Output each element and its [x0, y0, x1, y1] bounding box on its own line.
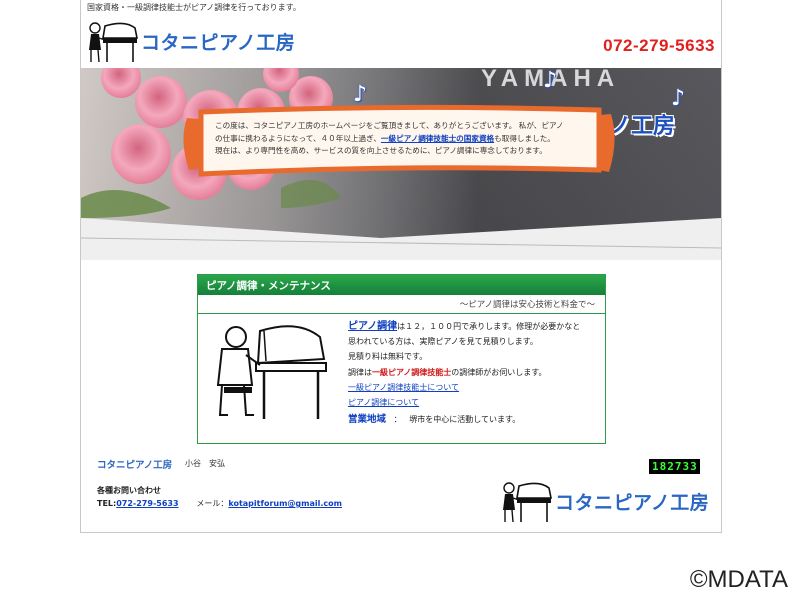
- mail-label: メール：: [196, 499, 229, 508]
- page: 国家資格・一級調律技能士がピアノ調律を行っております。 コタニピアノ工房 072…: [80, 0, 722, 533]
- tuning-info-link[interactable]: ピアノ調律について: [348, 398, 419, 407]
- intro-text-segment: の仕事に携わるようになって、４０年以上過ぎ、: [215, 133, 381, 143]
- price-text: は１２，１００円で承りします。修理が必要かなと: [397, 322, 581, 331]
- body-line: 見積り料は無料です。: [348, 352, 428, 362]
- intro-line: の仕事に携わるようになって、４０年以上過ぎ、一級ピアノ調律技能士の国家資格も取得…: [215, 133, 585, 146]
- tel-label: TEL:: [97, 499, 117, 508]
- service-area-text: 堺市を中心に活動しています。: [409, 415, 521, 425]
- pianist-icon: [503, 482, 552, 523]
- counter-digit: 7: [674, 460, 682, 473]
- tel-link[interactable]: 072-279-5633: [116, 499, 178, 508]
- license-link[interactable]: 一級ピアノ調律技能士の国家資格: [381, 134, 494, 143]
- maintenance-subheading: ～ピアノ調律は安心技術と料金で～: [198, 295, 605, 314]
- license-highlight: 一級ピアノ調律技能士: [372, 367, 452, 377]
- tuning-link[interactable]: ピアノ調律: [348, 321, 397, 332]
- phone-number[interactable]: 072-279-5633: [603, 36, 715, 56]
- pianist-icon: [89, 22, 138, 63]
- brand-name: コタニピアノ工房: [141, 31, 296, 54]
- counter-digit: 1: [652, 460, 659, 473]
- copyright-watermark: ©MDATA: [689, 566, 788, 593]
- pianist-illustration: [216, 325, 327, 419]
- price-line: ピアノ調律は１２，１００円で承りします。修理が必要かなと: [348, 319, 598, 334]
- maintenance-body: ピアノ調律は１２，１００円で承りします。修理が必要かなと 思われている方は、実際…: [348, 319, 598, 427]
- visitor-counter: 1 8 2 7 3 3: [649, 459, 700, 474]
- counter-digit: 3: [682, 460, 690, 473]
- footer-brand: コタニピアノ工房: [97, 460, 173, 471]
- intro-line: 現在は、より専門性を高め、サービスの質を向上させるために、ピアノ調律に専念してお…: [215, 146, 547, 155]
- maintenance-heading: ピアノ調律・メンテナンス: [198, 275, 605, 295]
- contact-title: 各種お問い合わせ: [97, 486, 161, 495]
- contact-line: TEL:072-279-5633 メール：kotapitforum@gmail.…: [97, 498, 342, 509]
- intro-text: この度は、コタニピアノ工房のホームページをご覧頂きまして、ありがとうございます。…: [215, 120, 585, 158]
- body-line: 思われている方は、実際ピアノを見て見積りします。: [348, 337, 538, 347]
- license-info-link[interactable]: 一級ピアノ調律技能士について: [348, 383, 459, 392]
- separator: ：: [393, 415, 402, 425]
- footer-logo[interactable]: コタニピアノ工房: [499, 478, 709, 524]
- header-logo[interactable]: コタニピアノ工房: [85, 18, 295, 64]
- service-area: 営業地域 ： 堺市を中心に活動しています。: [348, 412, 598, 427]
- intro-line: この度は、コタニピアノ工房のホームページをご覧頂きまして、ありがとうございます。…: [215, 121, 564, 130]
- body-line: 調律は一級ピアノ調律技能士の調律師がお伺いします。: [348, 365, 598, 380]
- counter-digit: 8: [659, 460, 667, 473]
- mail-link[interactable]: kotapitforum@gmail.com: [228, 499, 342, 508]
- maintenance-box: ピアノ調律・メンテナンス ～ピアノ調律は安心技術と料金で～ ピアノ調律は１２，１…: [197, 274, 606, 444]
- footer-logo-text: コタニピアノ工房: [555, 491, 710, 514]
- music-note-icon: ♪: [543, 68, 558, 93]
- tagline: 国家資格・一級調律技能士がピアノ調律を行っております。: [87, 3, 301, 12]
- body-text-segment: 調律は: [348, 367, 372, 377]
- owner-name: 小谷 安弘: [185, 459, 225, 468]
- body-text-segment: の調律師がお伺いします。: [451, 367, 547, 377]
- intro-text-segment: も取得しました。: [494, 133, 555, 143]
- counter-digit: 3: [690, 460, 697, 473]
- service-area-label: 営業地域: [348, 414, 387, 426]
- counter-digit: 2: [667, 460, 674, 473]
